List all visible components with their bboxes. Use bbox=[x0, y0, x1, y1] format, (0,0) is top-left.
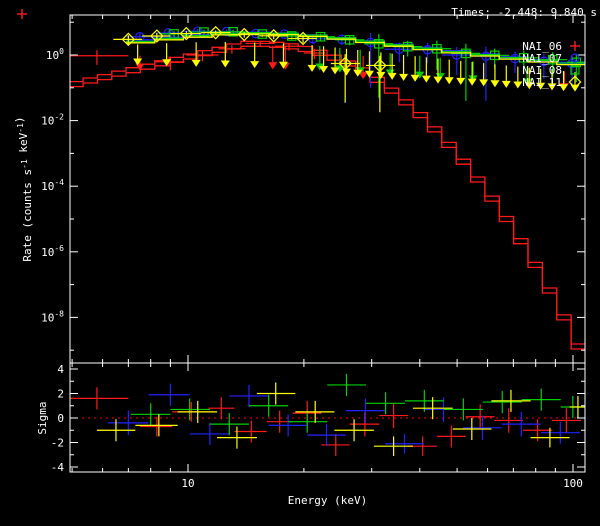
spectrum-plot: 10010-210-410-610-8420-2-410 100Energy (k… bbox=[0, 0, 600, 526]
plot-background bbox=[0, 0, 600, 526]
plot-title: Times: -2.448: 9.840 s bbox=[451, 6, 597, 19]
x-axis-label: Energy (keV) bbox=[288, 494, 367, 507]
energy-tick-label: 10 bbox=[181, 477, 194, 490]
sigma-tick-label: 4 bbox=[57, 363, 64, 376]
energy-tick-label: 100 bbox=[563, 477, 583, 490]
sigma-tick-label: 2 bbox=[57, 388, 64, 401]
legend-item-NAI_11: NAI_11 bbox=[522, 76, 562, 89]
sigma-tick-label: 0 bbox=[57, 412, 64, 425]
spectral-fit-window: 100 10-2 10-4 10-6 10-8 4 2 0 -2 -4 10 100 Energy (k… bbox=[0, 0, 600, 526]
sigma-tick-label: -4 bbox=[51, 461, 65, 474]
sigma-tick-label: -2 bbox=[51, 437, 64, 450]
sigma-axis-label: Sigma bbox=[36, 401, 49, 434]
